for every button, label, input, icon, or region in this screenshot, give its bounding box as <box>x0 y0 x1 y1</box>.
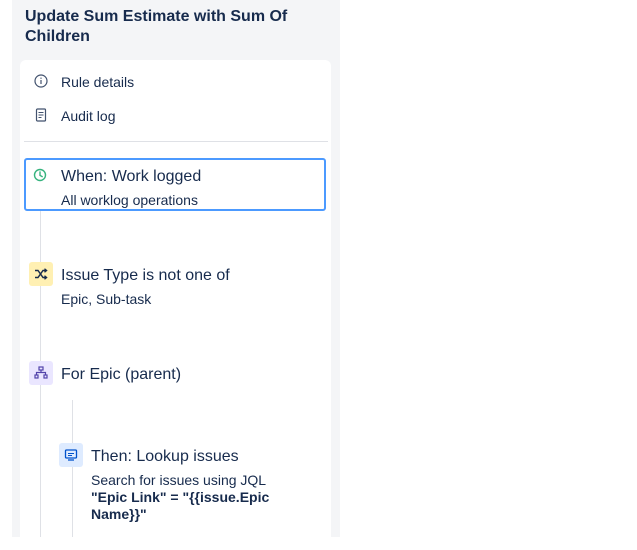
rule-details-label: Rule details <box>61 74 135 90</box>
branch-title[interactable]: For Epic (parent) <box>61 366 181 384</box>
monitor-icon <box>59 443 83 467</box>
audit-log-link[interactable]: Audit log <box>34 104 314 128</box>
document-icon <box>34 108 48 122</box>
action-jql-line2: Name}}" <box>91 506 147 522</box>
action-title[interactable]: Then: Lookup issues <box>91 448 239 466</box>
action-jql-line1: "Epic Link" = "{{issue.Epic <box>91 489 270 505</box>
audit-log-label: Audit log <box>61 108 116 124</box>
action-subtitle: Search for issues using JQL <box>91 472 267 488</box>
menu-divider <box>24 141 328 142</box>
rule-details-link[interactable]: Rule details <box>34 70 314 94</box>
hierarchy-icon <box>29 361 53 385</box>
condition-subtitle: Epic, Sub-task <box>61 291 152 307</box>
shuffle-icon <box>29 262 53 286</box>
trigger-subtitle: All worklog operations <box>61 192 198 208</box>
info-icon <box>34 74 48 88</box>
rule-title: Update Sum Estimate with Sum Of Children <box>25 8 288 45</box>
clock-icon <box>29 164 51 186</box>
trigger-title: When: Work logged <box>61 168 202 185</box>
condition-title[interactable]: Issue Type is not one of <box>61 267 230 285</box>
branch-connector-line <box>72 400 73 537</box>
